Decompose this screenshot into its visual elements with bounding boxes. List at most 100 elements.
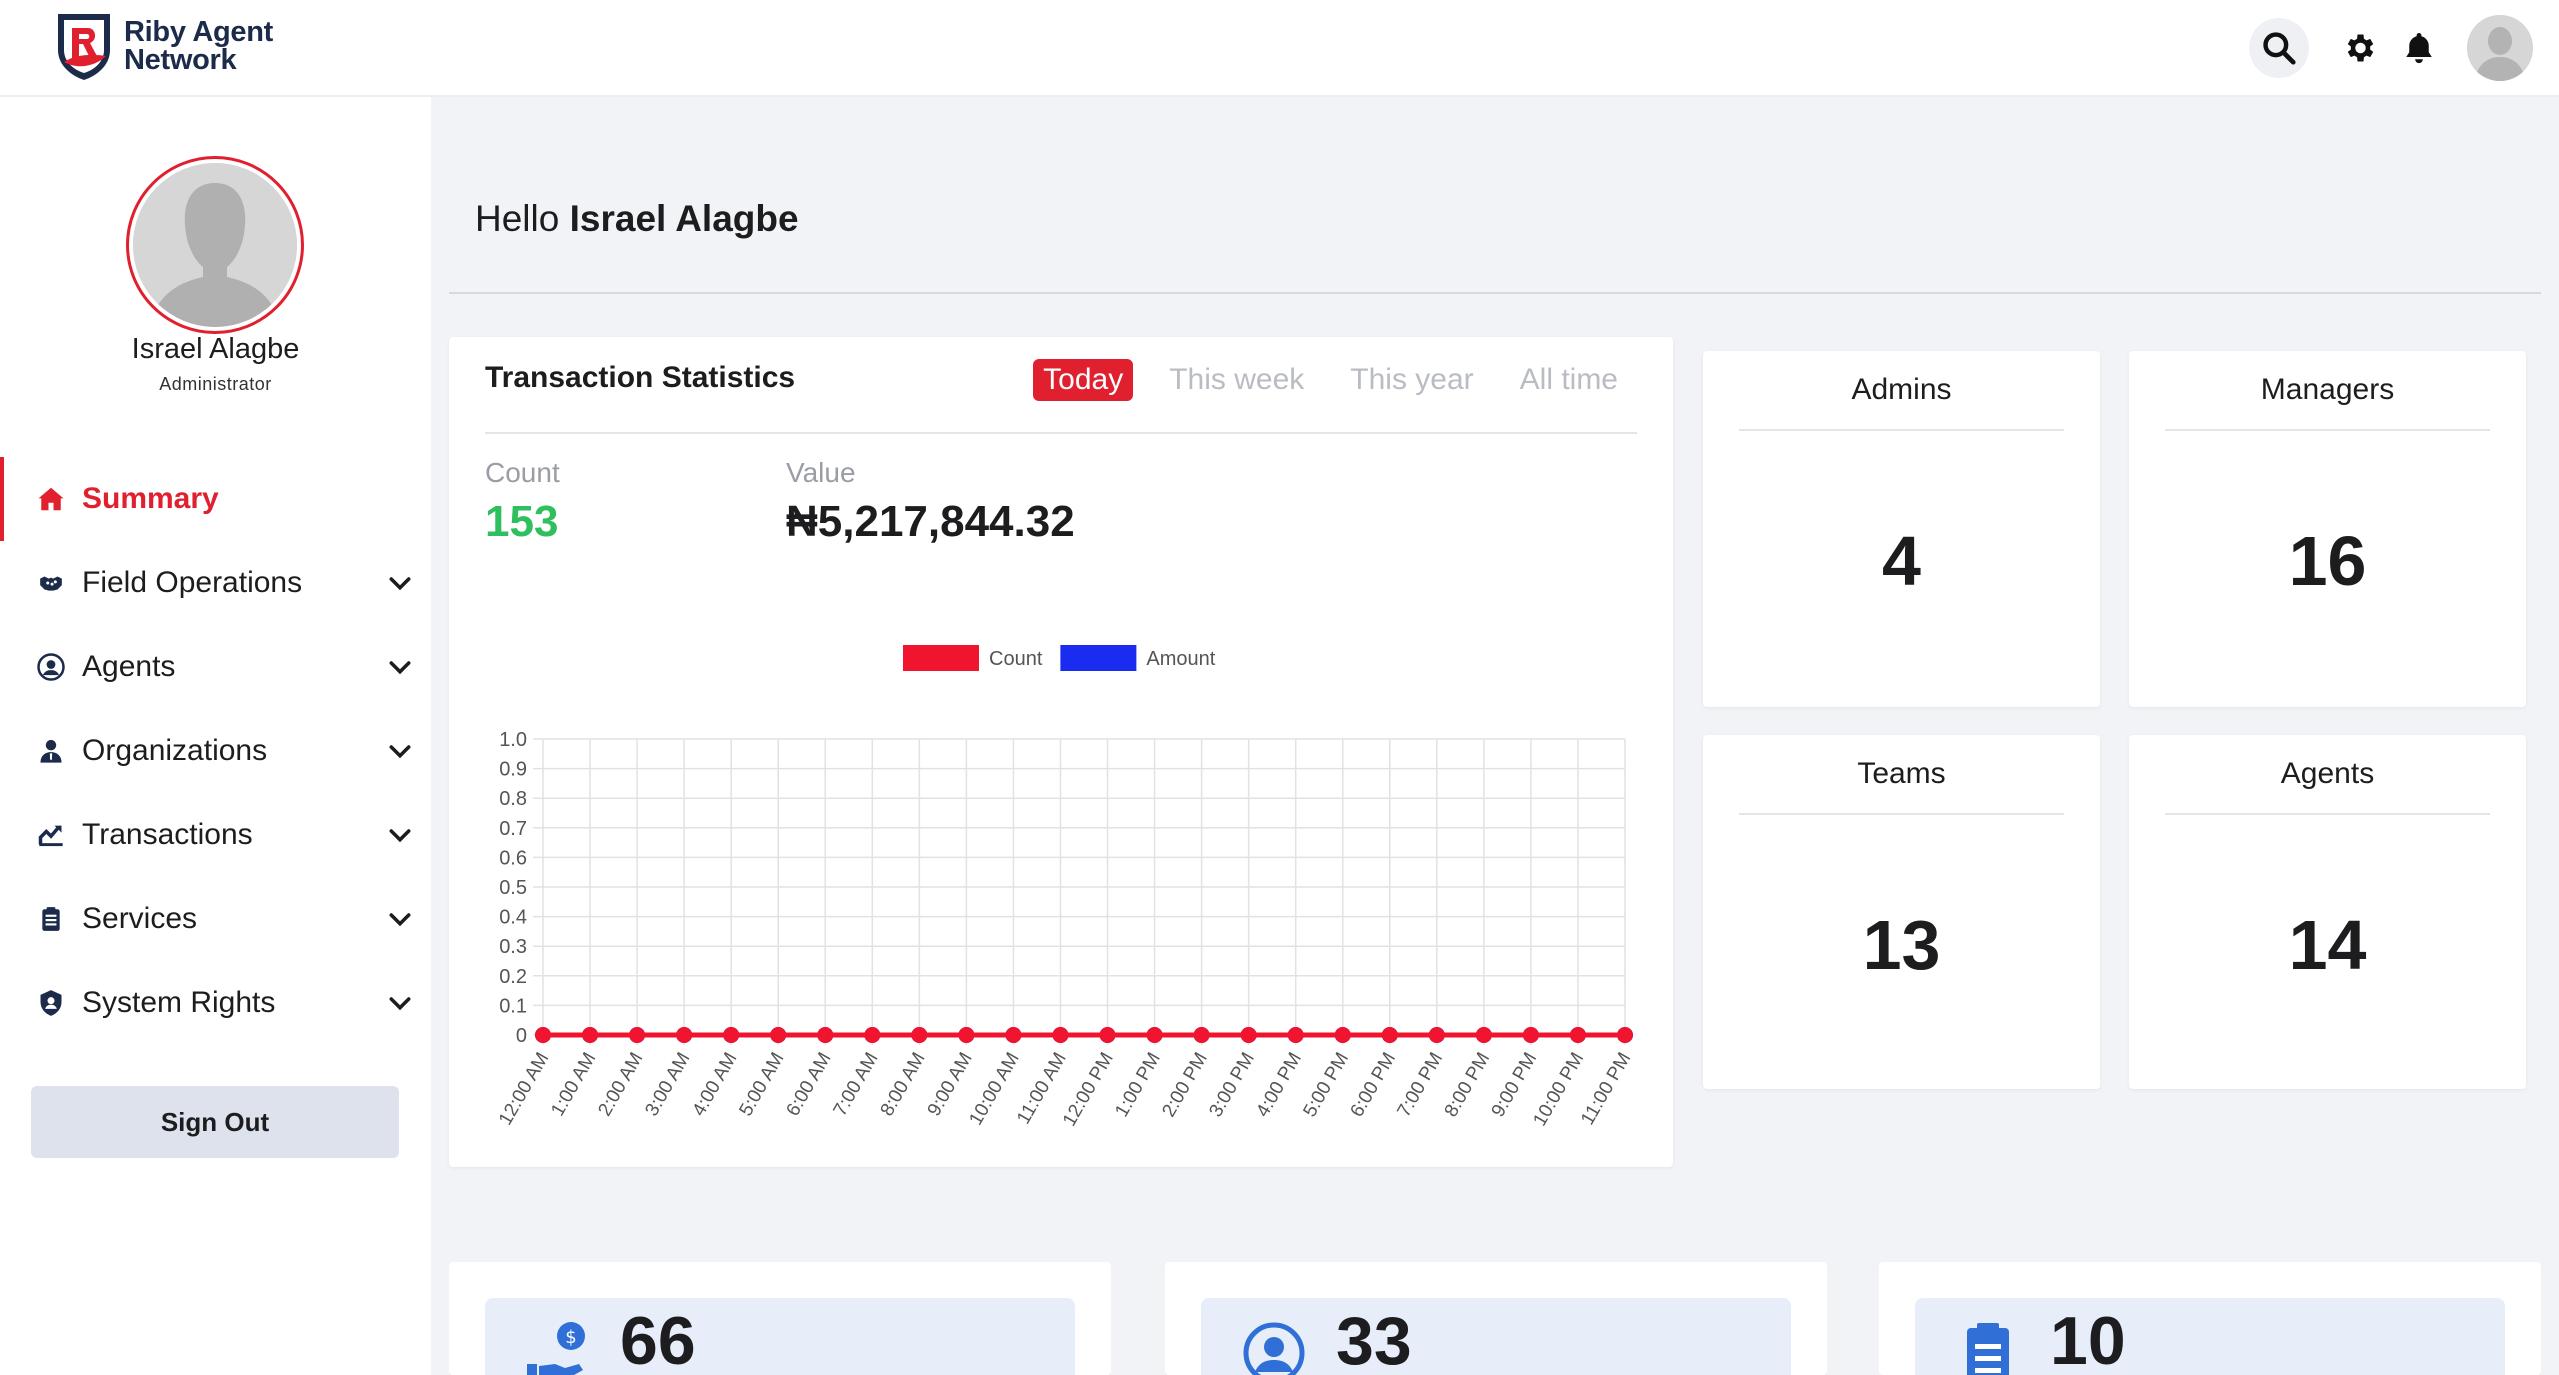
data-point-count xyxy=(629,1027,646,1043)
tab-this-week[interactable]: This week xyxy=(1159,359,1314,401)
sidebar-item-summary[interactable]: Summary xyxy=(0,457,431,541)
y-tick-label: 0.4 xyxy=(499,907,527,929)
data-point-count xyxy=(1193,1027,1210,1043)
user-circle-icon xyxy=(36,652,66,682)
sidebar-item-services[interactable]: Services xyxy=(0,877,431,961)
data-point-count xyxy=(1522,1027,1539,1043)
teams-card[interactable]: Teams 13 xyxy=(1703,735,2100,1089)
profile-name: Israel Alagbe xyxy=(131,333,300,365)
data-point-count xyxy=(911,1027,928,1043)
stat-panel: 10 xyxy=(1915,1298,2505,1375)
brand-logo[interactable]: Riby Agent Network xyxy=(52,10,273,82)
data-point-count xyxy=(1240,1027,1257,1043)
sidebar-item-organizations[interactable]: Organizations xyxy=(0,709,431,793)
divider xyxy=(449,292,2541,294)
sidebar: Israel Alagbe Administrator Summary Fiel… xyxy=(0,97,431,1375)
x-tick-label: 1:00 AM xyxy=(547,1049,600,1120)
brand-name-line2: Network xyxy=(124,44,237,76)
stat-value: 33 xyxy=(1336,1303,1412,1375)
data-point-count xyxy=(1428,1027,1445,1043)
y-tick-label: 0.5 xyxy=(499,877,527,899)
x-tick-label: 6:00 PM xyxy=(1347,1049,1401,1121)
tab-all-time[interactable]: All time xyxy=(1510,359,1628,401)
chevron-down-icon[interactable] xyxy=(385,989,415,1019)
clipboard-icon xyxy=(36,904,66,934)
data-point-count xyxy=(535,1027,551,1043)
sidebar-item-agents[interactable]: Agents xyxy=(0,625,431,709)
gear-icon xyxy=(2347,34,2374,62)
sidebar-item-field-operations[interactable]: Field Operations xyxy=(0,541,431,625)
chevron-down-icon[interactable] xyxy=(385,737,415,767)
search-button[interactable] xyxy=(2249,18,2309,78)
legend-swatch xyxy=(1060,645,1137,671)
profile-picture-frame xyxy=(133,163,297,327)
greeting-prefix: Hello xyxy=(475,198,560,239)
x-tick-label: 5:00 PM xyxy=(1300,1049,1354,1121)
user-circle-icon xyxy=(1243,1322,1305,1375)
data-point-count xyxy=(1475,1027,1492,1043)
agents-card[interactable]: Agents 14 xyxy=(2129,735,2526,1089)
profile-role: Administrator xyxy=(159,374,272,394)
chevron-down-icon[interactable] xyxy=(385,905,415,935)
data-point-count xyxy=(864,1027,881,1043)
x-tick-label: 2:00 PM xyxy=(1158,1049,1212,1121)
sidebar-nav: Summary Field Operations Agents Organiza… xyxy=(0,457,431,1045)
chevron-down-icon[interactable] xyxy=(385,569,415,599)
settings-button[interactable] xyxy=(2329,18,2389,78)
divider xyxy=(1739,429,2064,431)
data-point-count xyxy=(1617,1027,1633,1043)
x-tick-label: 6:00 AM xyxy=(783,1049,836,1120)
data-point-count xyxy=(1569,1027,1586,1043)
y-tick-label: 0.7 xyxy=(499,818,527,840)
y-tick-label: 0.6 xyxy=(499,847,527,869)
transaction-statistics-card: Transaction Statistics Today This week T… xyxy=(449,337,1673,1167)
chevron-down-icon[interactable] xyxy=(385,821,415,851)
card-count: 13 xyxy=(1862,906,1941,984)
legend-label: Amount xyxy=(1146,648,1215,670)
bottom-stat-card[interactable]: 33 xyxy=(1165,1262,1827,1375)
x-tick-label: 8:00 AM xyxy=(877,1049,930,1120)
data-point-count xyxy=(1146,1027,1163,1043)
x-tick-label: 12:00 AM xyxy=(495,1049,553,1129)
value-label: Value xyxy=(786,457,856,488)
avatar-icon xyxy=(2467,15,2533,81)
x-tick-label: 9:00 AM xyxy=(924,1049,977,1120)
notifications-button[interactable] xyxy=(2389,18,2449,78)
data-point-count xyxy=(817,1027,834,1043)
x-tick-label: 9:00 PM xyxy=(1488,1049,1542,1121)
sidebar-item-label: Agents xyxy=(82,650,176,683)
svg-text:$: $ xyxy=(565,1327,576,1348)
handshake-icon xyxy=(36,568,66,598)
admins-card[interactable]: Admins 4 xyxy=(1703,351,2100,707)
stat-panel: $ 66 xyxy=(485,1298,1075,1375)
stat-value: 10 xyxy=(2050,1303,2126,1375)
tab-today[interactable]: Today xyxy=(1033,359,1134,401)
card-count: 4 xyxy=(1882,522,1921,600)
brand-name-line1: Riby Agent xyxy=(124,16,273,48)
data-point-count xyxy=(1287,1027,1304,1043)
user-avatar-button[interactable] xyxy=(2467,15,2533,81)
card-label: Teams xyxy=(1857,757,1946,790)
sidebar-item-system-rights[interactable]: System Rights xyxy=(0,961,431,1045)
bottom-stat-card[interactable]: $ 66 xyxy=(449,1262,1111,1375)
x-tick-label: 8:00 PM xyxy=(1441,1049,1495,1121)
data-point-count xyxy=(1381,1027,1398,1043)
tab-this-year[interactable]: This year xyxy=(1340,359,1483,401)
data-point-count xyxy=(582,1027,599,1043)
managers-card[interactable]: Managers 16 xyxy=(2129,351,2526,707)
search-icon xyxy=(2263,32,2296,65)
chevron-down-icon[interactable] xyxy=(385,653,415,683)
profile-picture[interactable] xyxy=(126,156,304,334)
count-value: 153 xyxy=(485,497,559,546)
stat-panel: 33 xyxy=(1201,1298,1791,1375)
sign-out-button[interactable]: Sign Out xyxy=(31,1086,399,1158)
x-tick-label: 4:00 AM xyxy=(688,1049,741,1120)
card-label: Agents xyxy=(2280,757,2375,790)
x-tick-label: 1:00 PM xyxy=(1111,1049,1165,1121)
bottom-stat-card[interactable]: 10 xyxy=(1879,1262,2541,1375)
x-tick-label: 3:00 PM xyxy=(1205,1049,1259,1121)
top-bar: Riby Agent Network xyxy=(0,0,2559,97)
sidebar-item-label: Summary xyxy=(82,482,219,515)
transaction-line-chart: Count Amount 0 0.1 0.2 0.3 0.4 0.5 0.6 0.7 0.8 0.9 1… xyxy=(495,645,1635,1130)
sidebar-item-transactions[interactable]: Transactions xyxy=(0,793,431,877)
